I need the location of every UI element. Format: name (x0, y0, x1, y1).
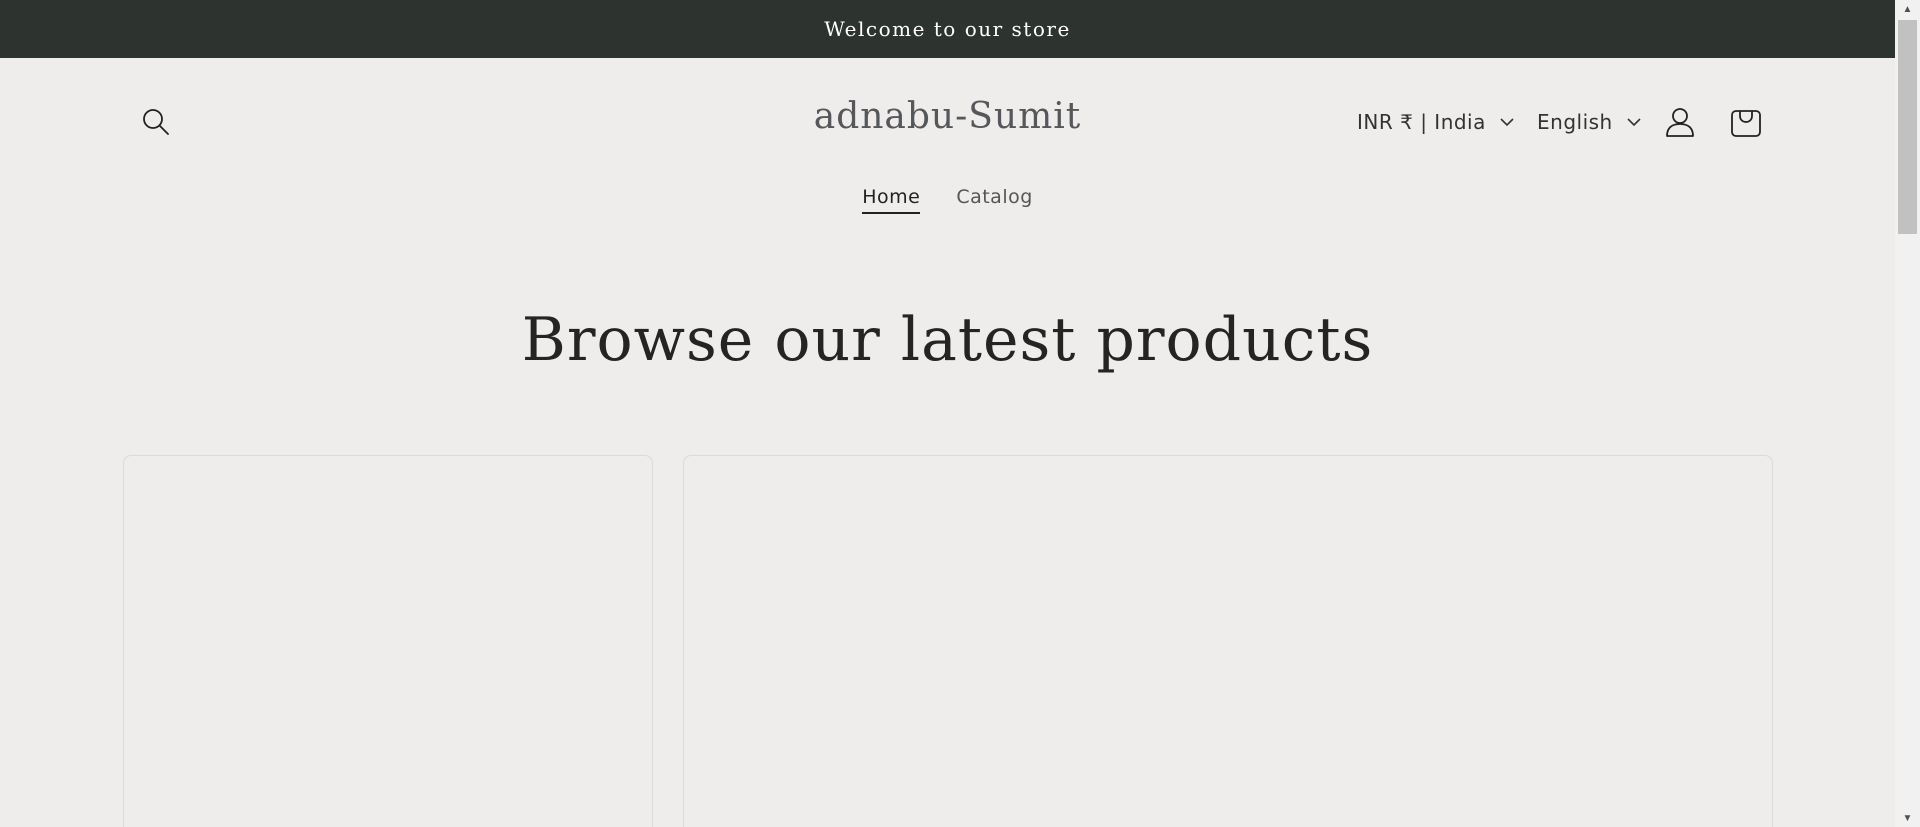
nav-item-home[interactable]: Home (862, 186, 921, 214)
search-icon (143, 109, 169, 135)
store-logo-link[interactable]: adnabu-Sumit (814, 96, 1082, 137)
account-button[interactable] (1660, 102, 1700, 142)
country-selector-label: INR ₹ | India (1357, 110, 1486, 134)
product-card[interactable] (683, 455, 1773, 827)
page: Welcome to our store adnabu-Sumit INR ₹ … (0, 0, 1920, 827)
account-icon (1666, 108, 1694, 137)
header: adnabu-Sumit INR ₹ | India English Home … (0, 58, 1895, 238)
cart-icon (1731, 110, 1761, 137)
search-button[interactable] (138, 104, 174, 140)
scrollbar-thumb[interactable] (1898, 20, 1917, 234)
country-selector[interactable]: INR ₹ | India (1357, 104, 1514, 140)
announcement-bar: Welcome to our store (0, 0, 1895, 58)
product-card[interactable] (123, 455, 653, 827)
chevron-down-icon (1500, 117, 1514, 127)
section-title: Browse our latest products (521, 305, 1374, 375)
language-selector-label: English (1537, 110, 1613, 134)
scroll-up-arrow-icon[interactable]: ▲ (1895, 0, 1920, 18)
language-selector[interactable]: English (1537, 104, 1641, 140)
announcement-text: Welcome to our store (824, 17, 1071, 41)
cart-button[interactable] (1726, 102, 1766, 142)
chevron-down-icon (1627, 117, 1641, 127)
vertical-scrollbar[interactable]: ▲ ▼ (1895, 0, 1920, 827)
main-nav: Home Catalog (0, 186, 1895, 214)
scroll-down-arrow-icon[interactable]: ▼ (1895, 809, 1920, 827)
nav-item-catalog[interactable]: Catalog (956, 186, 1032, 214)
